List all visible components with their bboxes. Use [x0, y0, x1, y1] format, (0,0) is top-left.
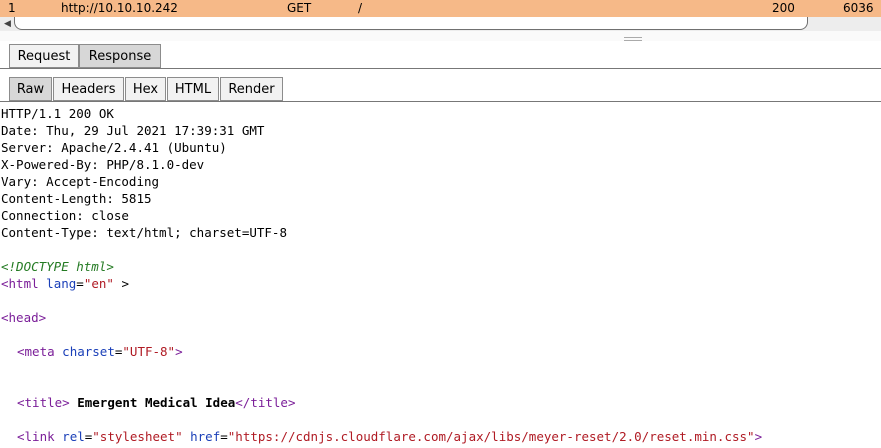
tab-raw[interactable]: Raw	[9, 77, 52, 101]
tab-response[interactable]: Response	[79, 44, 161, 68]
tab-request[interactable]: Request	[9, 44, 79, 68]
html-close-bracket: >	[113, 276, 129, 291]
tab-render[interactable]: Render	[220, 77, 283, 101]
charset-value: "UTF-8"	[122, 344, 176, 359]
body-doctype: <!DOCTYPE html>	[1, 259, 114, 274]
view-tab-divider	[0, 101, 881, 102]
scrollbar-thumb[interactable]	[14, 17, 808, 30]
panel-tab-divider	[0, 68, 881, 69]
meta-close-bracket: >	[175, 344, 183, 359]
header-line-server: Server: Apache/2.4.41 (Ubuntu)	[1, 140, 227, 155]
link-close-bracket: >	[754, 429, 763, 444]
header-line-date: Date: Thu, 29 Jul 2021 17:39:31 GMT	[1, 123, 265, 138]
link-tag: <link	[17, 429, 55, 444]
body-meta: <meta charset="UTF-8">	[17, 343, 183, 360]
lang-attr: lang	[46, 276, 77, 291]
rel-value: "stylesheet"	[92, 429, 183, 444]
header-line-content-length: Content-Length: 5815	[1, 191, 152, 206]
equals-sign: =	[76, 276, 84, 291]
header-line-vary: Vary: Accept-Encoding	[1, 174, 160, 189]
header-line-powered-by: X-Powered-By: PHP/8.1.0-dev	[1, 157, 205, 172]
meta-tag: <meta	[17, 344, 55, 359]
row-number: 1	[8, 1, 16, 15]
response-raw-editor[interactable]: HTTP/1.1 200 OK Date: Thu, 29 Jul 2021 1…	[0, 104, 881, 448]
header-line-connection: Connection: close	[1, 208, 129, 223]
header-line-status: HTTP/1.1 200 OK	[1, 106, 114, 121]
row-length: 6036	[843, 1, 874, 15]
row-url: /	[358, 1, 363, 15]
history-table-row[interactable]: 1 http://10.10.10.242 GET / 200 6036	[0, 0, 881, 17]
body-head-open: <head>	[1, 310, 47, 325]
lang-value: "en"	[83, 276, 114, 291]
equals-sign: =	[220, 429, 228, 444]
row-host: http://10.10.10.242	[61, 1, 178, 15]
title-close-tag: </title>	[235, 395, 296, 410]
tab-headers[interactable]: Headers	[53, 77, 124, 101]
html-tag: <html	[1, 276, 39, 291]
scroll-left-arrow-icon[interactable]: ◀	[4, 17, 11, 31]
burp-window: 1 http://10.10.10.242 GET / 200 6036 ◀ R…	[0, 0, 881, 448]
title-text: Emergent Medical Idea	[69, 395, 236, 410]
href-value: "https://cdnjs.cloudflare.com/ajax/libs/…	[227, 429, 755, 444]
history-horizontal-scrollbar[interactable]: ◀	[0, 17, 881, 31]
tab-html[interactable]: HTML	[167, 77, 219, 101]
splitter-grip-icon[interactable]	[624, 37, 642, 41]
charset-attr: charset	[62, 344, 115, 359]
pane-splitter[interactable]	[0, 31, 881, 41]
body-link: <link rel="stylesheet" href="https://cdn…	[17, 428, 762, 445]
rel-attr: rel	[62, 429, 85, 444]
header-line-content-type: Content-Type: text/html; charset=UTF-8	[1, 225, 287, 240]
title-open-tag: <title>	[17, 395, 70, 410]
tab-hex[interactable]: Hex	[125, 77, 166, 101]
row-method: GET	[287, 1, 312, 15]
body-title: <title> Emergent Medical Idea</title>	[17, 394, 295, 411]
body-html-open: <html lang="en" >	[1, 275, 129, 292]
href-attr: href	[190, 429, 221, 444]
row-status: 200	[772, 1, 795, 15]
